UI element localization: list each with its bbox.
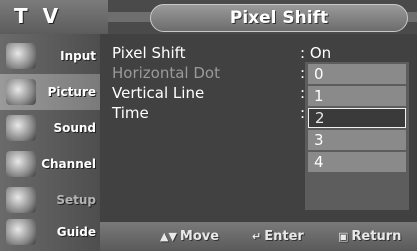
sidebar-item-input[interactable]: Input xyxy=(0,38,100,74)
menu-panel: Pixel Shift Horizontal Dot Vertical Line… xyxy=(100,34,417,222)
menu-title: Pixel Shift xyxy=(229,8,329,28)
menu-item-pixel-shift[interactable]: Pixel Shift xyxy=(112,44,186,62)
move-label: Move xyxy=(179,229,220,244)
enter-label: Enter xyxy=(264,229,304,244)
enter-hint: ↵ Enter xyxy=(252,229,304,244)
picture-icon xyxy=(6,79,36,105)
guide-icon xyxy=(6,219,36,245)
dropdown-option-label: 3 xyxy=(314,131,324,149)
pixel-shift-value: : On xyxy=(300,44,332,62)
sidebar-item-channel[interactable]: Channel xyxy=(0,146,100,182)
menu-title-pill: Pixel Shift xyxy=(150,4,408,32)
sidebar-item-label: Setup xyxy=(56,193,96,207)
menu-item-vertical-line[interactable]: Vertical Line xyxy=(112,84,204,102)
sidebar-item-label: Picture xyxy=(47,85,96,99)
dropdown-option-selected[interactable]: 2 xyxy=(308,108,406,128)
up-down-arrow-icon: ▲▼ xyxy=(160,230,177,243)
dropdown-option[interactable]: 3 xyxy=(308,130,406,150)
sound-icon xyxy=(6,115,36,141)
return-icon: ▣ xyxy=(338,230,349,243)
sidebar: Input Picture Sound Channel Setup Guide xyxy=(0,34,100,251)
return-label: Return xyxy=(351,229,402,244)
dropdown-option-label: 1 xyxy=(314,87,324,105)
enter-icon: ↵ xyxy=(252,230,262,243)
header-tv-label: T V xyxy=(14,4,63,28)
dropdown-option-label: 4 xyxy=(314,153,324,171)
tv-menu-screen: T V Pixel Shift Input Picture Sound Chan… xyxy=(0,0,417,251)
sidebar-item-setup[interactable]: Setup xyxy=(0,182,100,218)
input-icon xyxy=(6,43,36,69)
header-tv-tab: T V xyxy=(0,0,108,34)
footer-bar: ▲▼ Move ↵ Enter ▣ Return xyxy=(100,222,417,251)
dropdown-option-label: 0 xyxy=(314,65,324,83)
channel-icon xyxy=(6,151,36,177)
sidebar-item-label: Input xyxy=(60,49,96,63)
sidebar-item-picture[interactable]: Picture xyxy=(0,74,100,110)
dropdown-option[interactable]: 0 xyxy=(308,64,406,84)
dropdown-option[interactable]: 1 xyxy=(308,86,406,106)
sidebar-item-label: Channel xyxy=(41,157,96,171)
move-hint: ▲▼ Move xyxy=(160,229,219,244)
sidebar-item-label: Sound xyxy=(53,121,96,135)
dropdown-option-label: 2 xyxy=(315,109,325,127)
return-hint: ▣ Return xyxy=(338,229,401,244)
sidebar-item-guide[interactable]: Guide xyxy=(0,214,100,250)
value-dropdown[interactable]: 0 1 2 3 4 xyxy=(305,62,409,210)
sidebar-item-sound[interactable]: Sound xyxy=(0,110,100,146)
menu-item-horizontal-dot[interactable]: Horizontal Dot xyxy=(112,64,220,82)
sidebar-item-label: Guide xyxy=(56,225,96,239)
setup-icon xyxy=(6,187,36,213)
dropdown-option[interactable]: 4 xyxy=(308,152,406,172)
menu-item-time[interactable]: Time xyxy=(112,104,149,122)
